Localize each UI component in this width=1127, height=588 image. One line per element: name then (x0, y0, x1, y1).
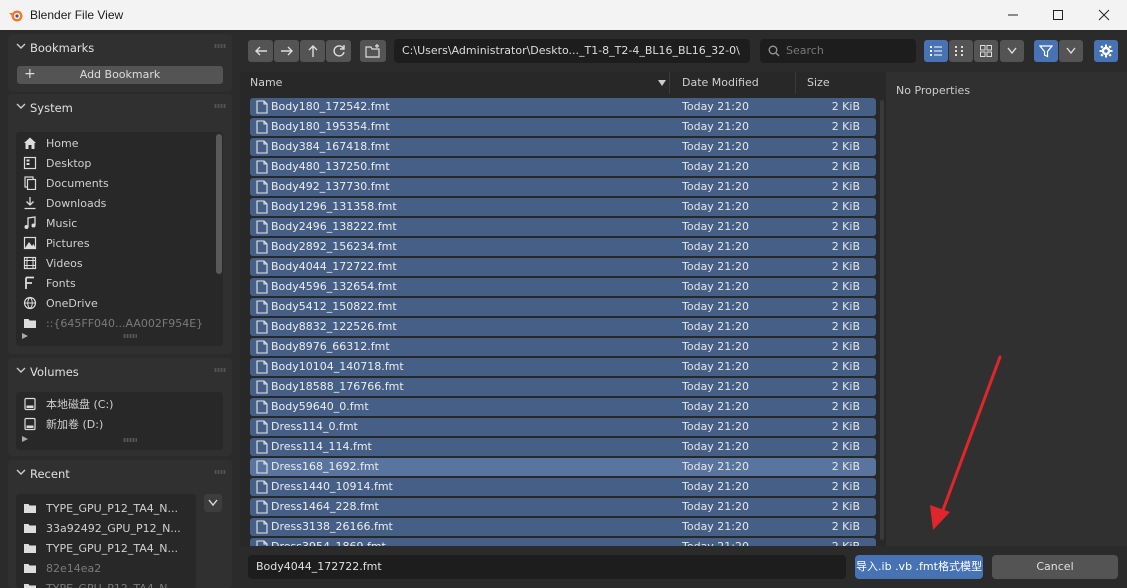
filename-input[interactable]: Body4044_172722.fmt (248, 555, 846, 579)
cancel-button[interactable]: Cancel (992, 555, 1118, 579)
import-button[interactable]: 导入.ib .vb .fmt格式模型 (855, 555, 983, 579)
annotation-arrow-icon (930, 355, 1002, 530)
